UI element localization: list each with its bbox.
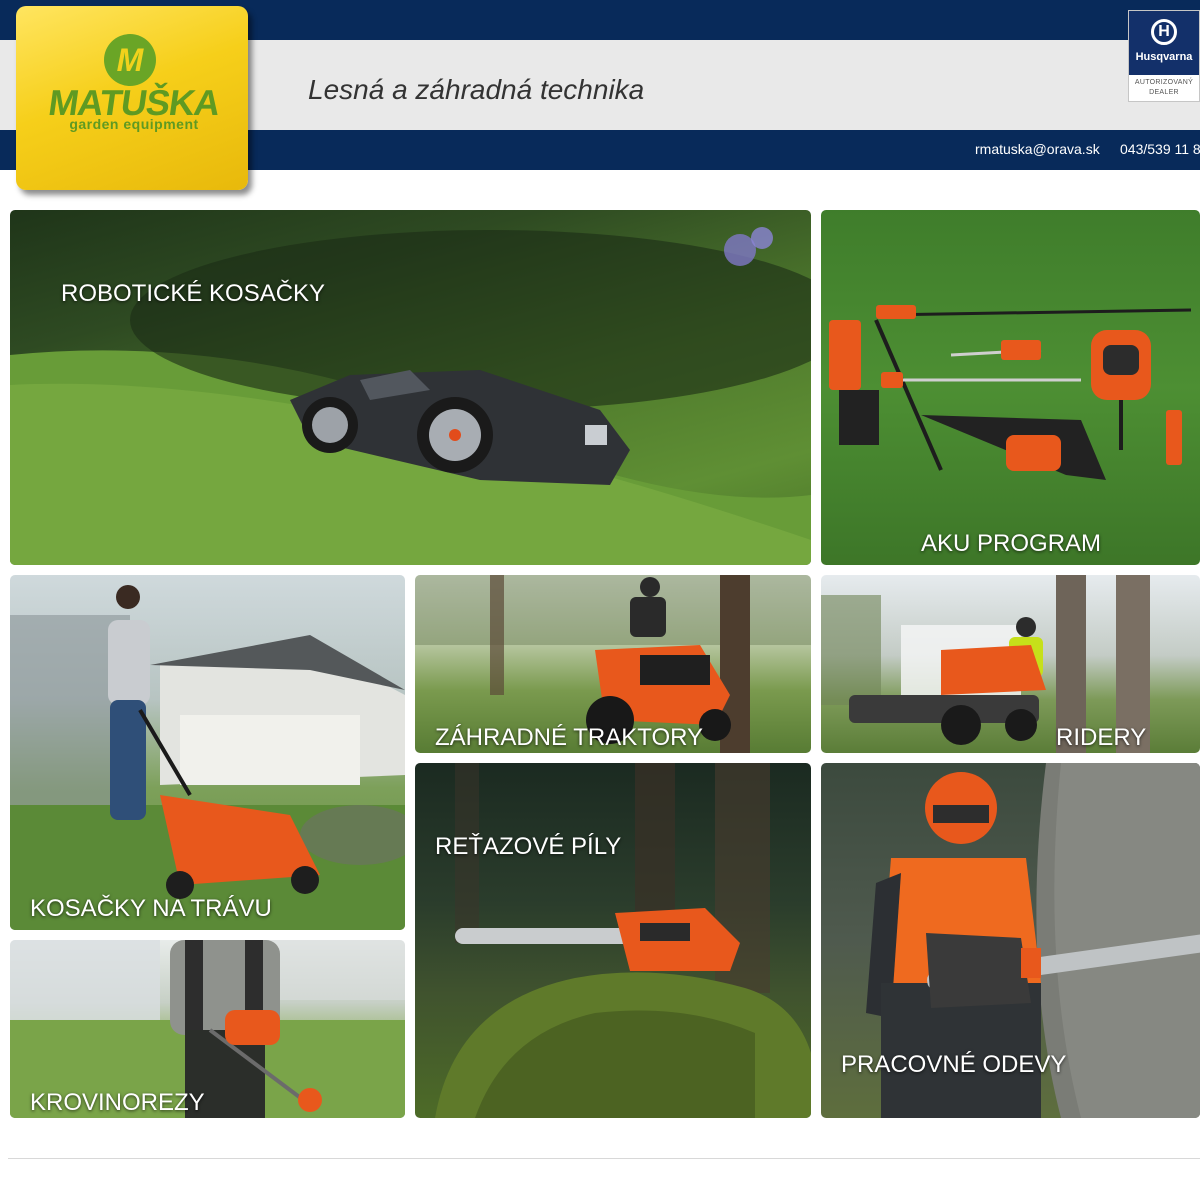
dealer-line-2: DEALER bbox=[1149, 89, 1179, 96]
email-link[interactable]: rmatuska@orava.sk bbox=[975, 141, 1100, 157]
chainsaw-photo bbox=[435, 763, 811, 1118]
dealer-badge-header: H Husqvarna bbox=[1129, 11, 1199, 75]
category-tile-battery-program[interactable]: AKU PROGRAM bbox=[821, 210, 1200, 565]
robotic-mower-photo bbox=[10, 227, 811, 565]
category-label: KROVINOREZY bbox=[30, 1089, 205, 1116]
category-label: KOSAČKY NA TRÁVU bbox=[30, 895, 272, 922]
site-logo[interactable]: M MATUŠKA garden equipment bbox=[16, 6, 248, 190]
category-label: ZÁHRADNÉ TRAKTORY bbox=[435, 724, 704, 751]
dealer-line-1: AUTORIZOVANÝ bbox=[1134, 79, 1194, 86]
husqvarna-crown-icon: H bbox=[1151, 19, 1177, 45]
category-tile-lawn-mowers[interactable]: KOSAČKY NA TRÁVU bbox=[10, 575, 405, 930]
footer-divider bbox=[8, 1158, 1200, 1159]
site-tagline: Lesná a záhradná technika bbox=[308, 74, 645, 105]
logo-emblem-icon: M bbox=[104, 34, 156, 86]
lawn-mower-photo bbox=[10, 585, 405, 930]
category-label: REŤAZOVÉ PÍLY bbox=[435, 833, 622, 860]
battery-tools-photo bbox=[829, 305, 1192, 480]
category-tile-brushcutters[interactable]: KROVINOREZY bbox=[10, 940, 405, 1118]
category-label: AKU PROGRAM bbox=[921, 530, 1102, 557]
category-tile-riders[interactable]: RIDERY bbox=[821, 575, 1200, 753]
category-tile-chainsaws[interactable]: REŤAZOVÉ PÍLY bbox=[415, 763, 811, 1118]
category-label: ROBOTICKÉ KOSAČKY bbox=[61, 280, 326, 307]
category-label: RIDERY bbox=[1056, 724, 1147, 751]
category-tile-robotic-mowers[interactable]: ROBOTICKÉ KOSAČKY bbox=[10, 210, 811, 565]
phone-link[interactable]: 043/539 11 8 bbox=[1120, 141, 1200, 157]
category-tile-garden-tractors[interactable]: ZÁHRADNÉ TRAKTORY bbox=[415, 575, 811, 753]
dealer-brand: Husqvarna bbox=[1135, 51, 1193, 63]
category-label: PRACOVNÉ ODEVY bbox=[841, 1051, 1067, 1078]
logo-subtitle: garden equipment bbox=[69, 116, 199, 132]
husqvarna-dealer-badge[interactable]: H Husqvarna AUTORIZOVANÝ DEALER bbox=[1128, 10, 1200, 102]
category-tile-work-clothing[interactable]: PRACOVNÉ ODEVY bbox=[821, 763, 1200, 1118]
logo-monogram: M bbox=[116, 42, 144, 78]
